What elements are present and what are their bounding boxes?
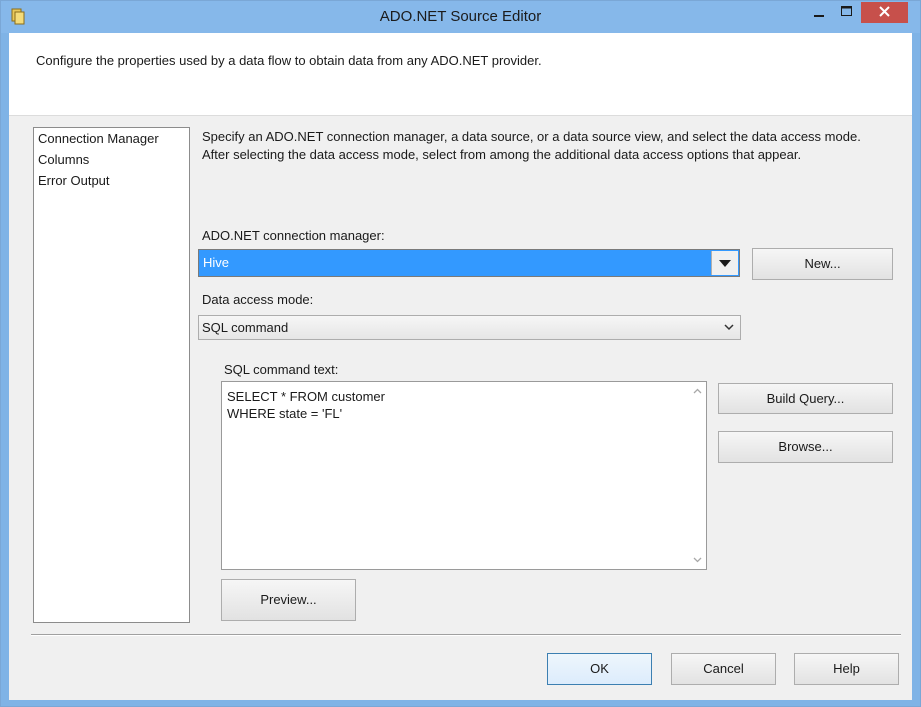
sql-command-text-label: SQL command text: <box>224 362 339 377</box>
browse-button-label: Browse... <box>778 439 833 454</box>
close-button[interactable] <box>861 2 908 23</box>
help-button-label: Help <box>833 661 860 676</box>
nav-item-error-output[interactable]: Error Output <box>34 170 189 191</box>
header-description: Configure the properties used by a data … <box>36 53 542 68</box>
ok-button[interactable]: OK <box>547 653 652 685</box>
dialog-window: ADO.NET Source Editor Configure the prop… <box>0 0 921 707</box>
footer-divider <box>31 634 901 636</box>
build-query-button[interactable]: Build Query... <box>718 383 893 414</box>
browse-button[interactable]: Browse... <box>718 431 893 463</box>
minimize-button[interactable] <box>806 2 832 23</box>
sql-vertical-scrollbar[interactable] <box>689 382 706 569</box>
maximize-button[interactable] <box>833 2 860 23</box>
build-query-button-label: Build Query... <box>766 391 845 406</box>
instructions-text: Specify an ADO.NET connection manager, a… <box>202 128 861 164</box>
help-button[interactable]: Help <box>794 653 899 685</box>
header-panel: Configure the properties used by a data … <box>9 33 912 116</box>
connection-manager-label: ADO.NET connection manager: <box>202 228 385 243</box>
new-connection-button[interactable]: New... <box>752 248 893 280</box>
data-access-mode-combo[interactable]: SQL command <box>198 315 741 340</box>
minimize-icon <box>814 15 824 17</box>
nav-item-columns[interactable]: Columns <box>34 149 189 170</box>
maximize-icon <box>841 6 852 16</box>
cancel-button-label: Cancel <box>703 661 744 676</box>
window-title: ADO.NET Source Editor <box>379 8 542 25</box>
scroll-down-icon[interactable] <box>693 555 702 564</box>
nav-item-connection-manager[interactable]: Connection Manager <box>34 128 189 149</box>
new-connection-button-label: New... <box>804 256 841 271</box>
instructions-line-2: After selecting the data access mode, se… <box>202 147 802 162</box>
data-access-mode-label: Data access mode: <box>202 292 314 307</box>
dropdown-arrow-icon <box>719 260 731 267</box>
instructions-line-1: Specify an ADO.NET connection manager, a… <box>202 129 861 144</box>
ok-button-label: OK <box>590 661 609 676</box>
preview-button[interactable]: Preview... <box>221 579 356 621</box>
sql-command-content: SELECT * FROM customer WHERE state = 'FL… <box>227 389 385 421</box>
sql-command-textarea[interactable]: SELECT * FROM customer WHERE state = 'FL… <box>221 381 707 570</box>
scroll-up-icon[interactable] <box>693 387 702 396</box>
dialog-client-area: Configure the properties used by a data … <box>9 33 912 700</box>
data-access-mode-value: SQL command <box>202 320 289 335</box>
chevron-down-icon <box>724 324 734 331</box>
page-navigation-list: Connection Manager Columns Error Output <box>33 127 190 623</box>
cancel-button[interactable]: Cancel <box>671 653 776 685</box>
close-icon <box>879 6 890 17</box>
preview-button-label: Preview... <box>260 592 317 607</box>
connection-manager-value: Hive <box>203 255 230 270</box>
connection-manager-combo[interactable]: Hive <box>198 249 740 277</box>
title-bar[interactable]: ADO.NET Source Editor <box>1 1 920 33</box>
connection-dropdown-button[interactable] <box>711 251 738 275</box>
